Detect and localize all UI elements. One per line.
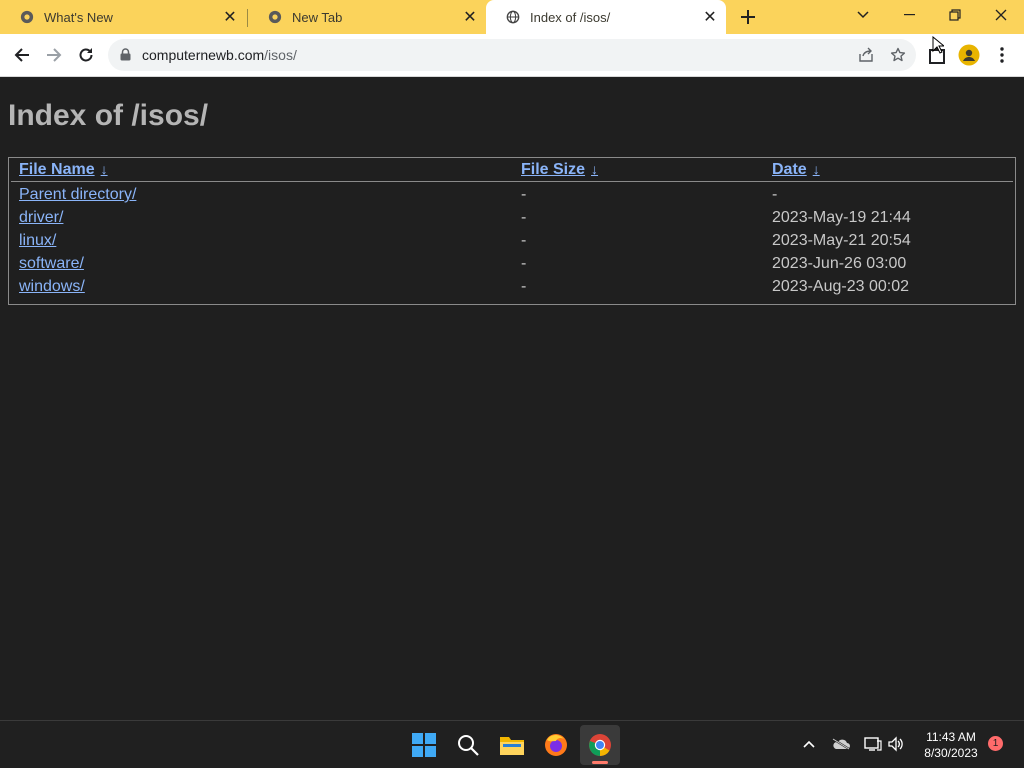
forward-button[interactable] (40, 41, 68, 69)
tab-strip: What's New ✕ New Tab ✕ Index of /isos/ ✕ (0, 0, 1024, 34)
arrow-right-icon (47, 48, 62, 62)
chrome-icon (268, 10, 282, 24)
directory-link[interactable]: Parent directory/ (19, 186, 136, 204)
url-domain: computernewb.com (142, 47, 265, 63)
date-cell: 2023-May-19 21:44 (772, 209, 911, 226)
close-tab-icon[interactable]: ✕ (462, 9, 478, 26)
tab-title: Index of /isos/ (530, 9, 611, 25)
restore-button[interactable] (932, 0, 978, 30)
tab-whats-new[interactable]: What's New ✕ (0, 0, 246, 34)
chevron-up-icon (803, 740, 815, 748)
clock-date: 8/30/2023 (924, 746, 978, 760)
share-icon[interactable] (857, 46, 875, 64)
column-header-file-name[interactable]: File Name ↓ (19, 161, 108, 179)
sort-by-name-link[interactable]: File Name (19, 161, 95, 178)
table-row: software/ - 2023-Jun-26 03:00 (9, 252, 1015, 275)
file-size-cell: - (521, 209, 527, 226)
reload-icon (79, 48, 93, 62)
chrome-icon (589, 734, 611, 756)
date-cell: - (772, 186, 778, 203)
search-icon (458, 735, 479, 756)
directory-link[interactable]: linux/ (19, 232, 56, 250)
tab-search-button[interactable] (840, 0, 886, 30)
network-icon[interactable] (862, 733, 884, 755)
column-header-file-size[interactable]: File Size ↓ (521, 161, 598, 179)
header-divider (11, 181, 1013, 182)
sort-arrow-icon[interactable]: ↓ (591, 161, 598, 177)
date-cell: 2023-Aug-23 00:02 (772, 278, 909, 295)
taskbar-search-button[interactable] (448, 725, 488, 765)
address-bar[interactable]: computernewb.com/isos/ (108, 39, 916, 71)
globe-icon (506, 10, 520, 24)
system-clock[interactable]: 11:43 AM 8/30/2023 (918, 729, 984, 761)
close-icon (995, 9, 1007, 21)
tab-title: New Tab (292, 9, 343, 25)
clock-time: 11:43 AM (926, 730, 976, 744)
tab-new-tab[interactable]: New Tab ✕ (248, 0, 486, 34)
file-size-cell: - (521, 186, 527, 203)
volume-icon[interactable] (885, 733, 907, 755)
directory-link[interactable]: software/ (19, 255, 84, 273)
file-size-cell: - (521, 255, 527, 272)
date-cell: 2023-May-21 20:54 (772, 232, 911, 249)
sort-arrow-icon[interactable]: ↓ (101, 161, 108, 177)
lock-icon (120, 48, 131, 61)
active-app-indicator (592, 761, 608, 764)
profile-avatar-icon[interactable] (956, 42, 982, 68)
sort-by-size-link[interactable]: File Size (521, 161, 585, 178)
date-cell: 2023-Jun-26 03:00 (772, 255, 907, 272)
chrome-icon (20, 10, 34, 24)
windows-logo-icon (412, 733, 436, 757)
table-body: Parent directory/ - - driver/ - 2023-May… (9, 182, 1015, 304)
new-tab-button[interactable] (737, 6, 759, 28)
url-path: /isos/ (264, 47, 297, 63)
menu-kebab-icon[interactable] (989, 42, 1015, 68)
arrow-left-icon (14, 48, 29, 62)
column-header-date[interactable]: Date ↓ (772, 161, 820, 179)
reload-button[interactable] (72, 41, 100, 69)
onedrive-icon[interactable] (830, 733, 852, 755)
close-tab-icon[interactable]: ✕ (222, 9, 238, 26)
tab-title: What's New (44, 9, 113, 25)
file-listing-table: File Name ↓ File Size ↓ Date ↓ Parent direc… (8, 157, 1016, 305)
taskbar: 11:43 AM 8/30/2023 (0, 720, 1024, 768)
plus-icon (741, 10, 755, 24)
back-button[interactable] (8, 41, 36, 69)
page-title: Index of /isos/ (8, 99, 209, 132)
sort-arrow-icon[interactable]: ↓ (813, 161, 820, 177)
firefox-icon (545, 734, 567, 756)
directory-link[interactable]: windows/ (19, 278, 85, 296)
chevron-down-icon (857, 11, 869, 19)
notification-badge[interactable]: 1 (988, 736, 1003, 751)
page-content: Index of /isos/ File Name ↓ File Size ↓ Da… (0, 77, 1024, 720)
sort-by-date-link[interactable]: Date (772, 161, 807, 178)
close-tab-icon[interactable]: ✕ (702, 9, 718, 26)
mouse-cursor-icon (932, 36, 944, 54)
restore-icon (949, 9, 961, 21)
browser-toolbar: computernewb.com/isos/ (0, 34, 1024, 77)
table-row: driver/ - 2023-May-19 21:44 (9, 206, 1015, 229)
bookmark-star-icon[interactable] (889, 46, 907, 64)
close-window-button[interactable] (978, 0, 1024, 30)
table-row: windows/ - 2023-Aug-23 00:02 (9, 275, 1015, 298)
firefox-button[interactable] (536, 725, 576, 765)
start-button[interactable] (404, 725, 444, 765)
file-size-cell: - (521, 232, 527, 249)
table-row: linux/ - 2023-May-21 20:54 (9, 229, 1015, 252)
table-row: Parent directory/ - - (9, 183, 1015, 206)
minimize-button[interactable] (886, 0, 932, 30)
tab-index-of-isos[interactable]: Index of /isos/ ✕ (486, 0, 726, 34)
chrome-taskbar-button[interactable] (580, 725, 620, 765)
table-header-row: File Name ↓ File Size ↓ Date ↓ (9, 158, 1015, 182)
file-size-cell: - (521, 278, 527, 295)
folder-icon (500, 737, 524, 755)
file-explorer-button[interactable] (492, 725, 532, 765)
show-hidden-icons-button[interactable] (798, 733, 820, 755)
minimize-icon (903, 14, 915, 16)
directory-link[interactable]: driver/ (19, 209, 63, 227)
url-text: computernewb.com/isos/ (142, 47, 297, 63)
